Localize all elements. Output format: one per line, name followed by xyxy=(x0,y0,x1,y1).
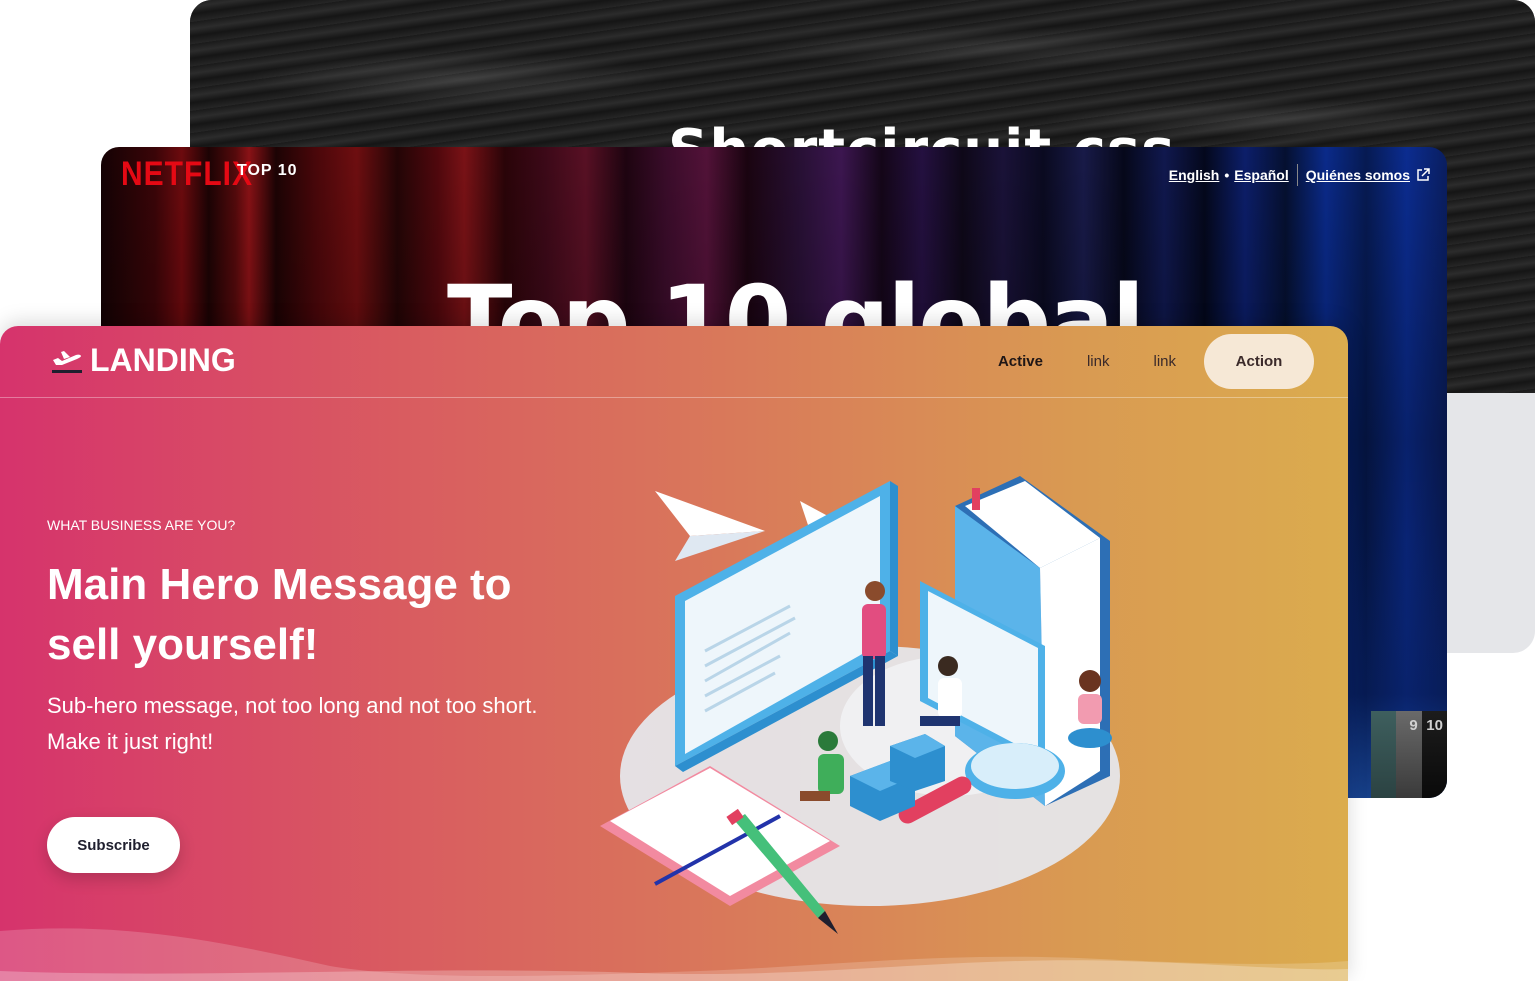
nav-link-2[interactable]: link xyxy=(1131,353,1198,370)
netflix-logo[interactable]: NETFLIX xyxy=(121,155,253,194)
rank-number: 10 xyxy=(1426,717,1443,734)
language-links: English • Español Quiénes somos xyxy=(1169,164,1430,186)
hero-illustration xyxy=(600,476,1120,934)
nav-link-1[interactable]: link xyxy=(1065,353,1132,370)
action-button[interactable]: Action xyxy=(1204,334,1314,389)
landing-nav: Active link link Action xyxy=(976,334,1314,389)
rank-tile-10[interactable]: 10 xyxy=(1421,711,1447,798)
landing-logo[interactable]: LANDING xyxy=(50,342,236,379)
nav-active[interactable]: Active xyxy=(976,353,1065,370)
airplane-takeoff-icon xyxy=(52,350,82,373)
rank-number: 9 xyxy=(1409,717,1418,734)
landing-page-card: LANDING Active link link Action WHAT BUS… xyxy=(0,326,1348,981)
bottom-wave xyxy=(0,928,1348,981)
hero-eyebrow: WHAT BUSINESS ARE YOU? xyxy=(47,517,236,533)
spanish-link[interactable]: Español xyxy=(1234,167,1288,183)
rank-tile-8[interactable] xyxy=(1371,711,1397,798)
subscribe-button[interactable]: Subscribe xyxy=(47,817,180,873)
logo-text: LANDING xyxy=(90,342,236,378)
about-link[interactable]: Quiénes somos xyxy=(1306,167,1410,183)
landing-header: LANDING Active link link Action xyxy=(0,326,1348,398)
external-link-icon xyxy=(1417,168,1430,181)
english-link[interactable]: English xyxy=(1169,167,1220,183)
rank-tile-9[interactable]: 9 xyxy=(1396,711,1422,798)
divider xyxy=(1296,164,1298,186)
hero-title: Main Hero Message to sell yourself! xyxy=(47,560,512,669)
hero-subtitle: Sub-hero message, not too long and not t… xyxy=(47,693,538,754)
link-separator-dot: • xyxy=(1224,167,1230,183)
top10-label: TOP 10 xyxy=(237,162,298,179)
rank-strip: 9 10 xyxy=(1371,711,1447,798)
